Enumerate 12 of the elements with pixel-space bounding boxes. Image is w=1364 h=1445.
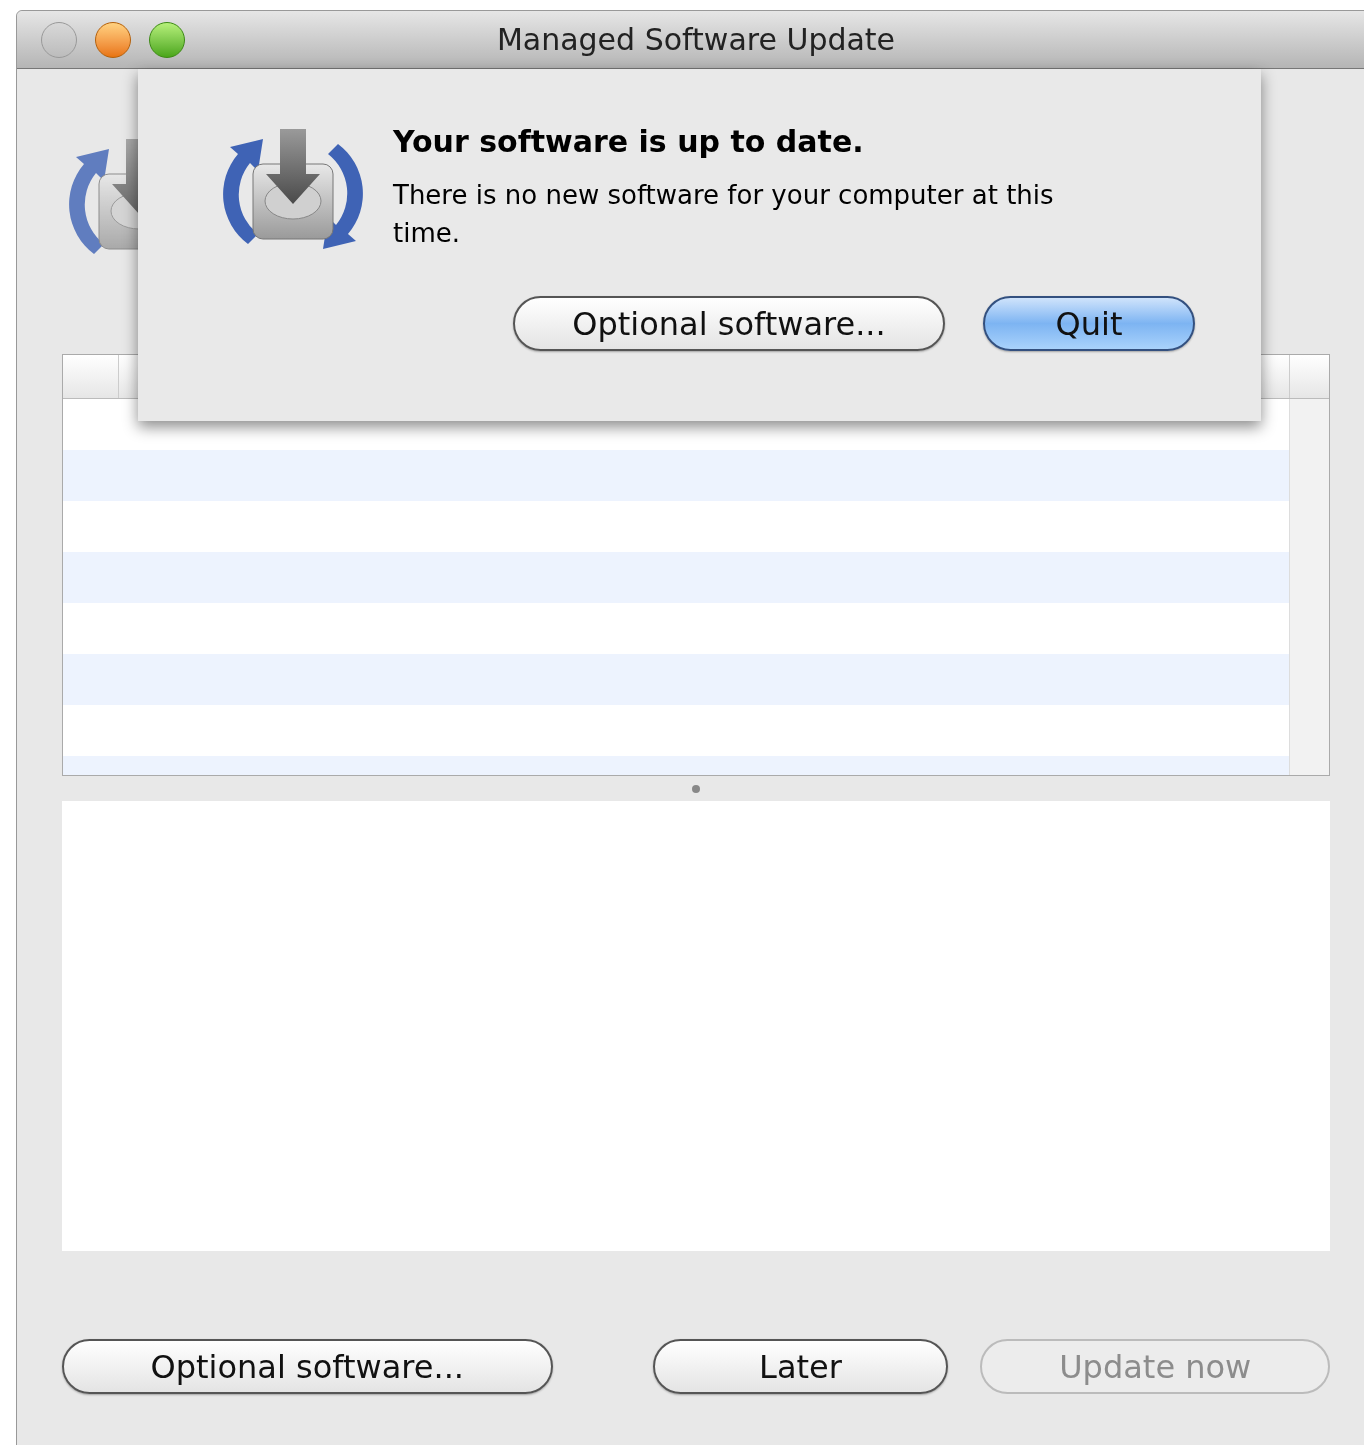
push-button[interactable]: Later xyxy=(652,1339,949,1394)
minimize-button[interactable] xyxy=(95,21,131,58)
push-button[interactable]: Optional software... xyxy=(62,1339,553,1394)
alert-message: There is no new software for your computer at this time. xyxy=(393,179,1055,250)
split-handle-icon[interactable] xyxy=(692,784,700,793)
alert-title: Your software is up to date. xyxy=(393,123,865,161)
default-button[interactable]: Quit xyxy=(983,296,1195,351)
push-button[interactable]: Optional software... xyxy=(513,296,945,351)
close-button[interactable] xyxy=(41,21,77,58)
window-title: Managed Software Update xyxy=(496,21,896,59)
zoom-button[interactable] xyxy=(149,21,185,58)
scroll-bar[interactable] xyxy=(1289,399,1329,775)
